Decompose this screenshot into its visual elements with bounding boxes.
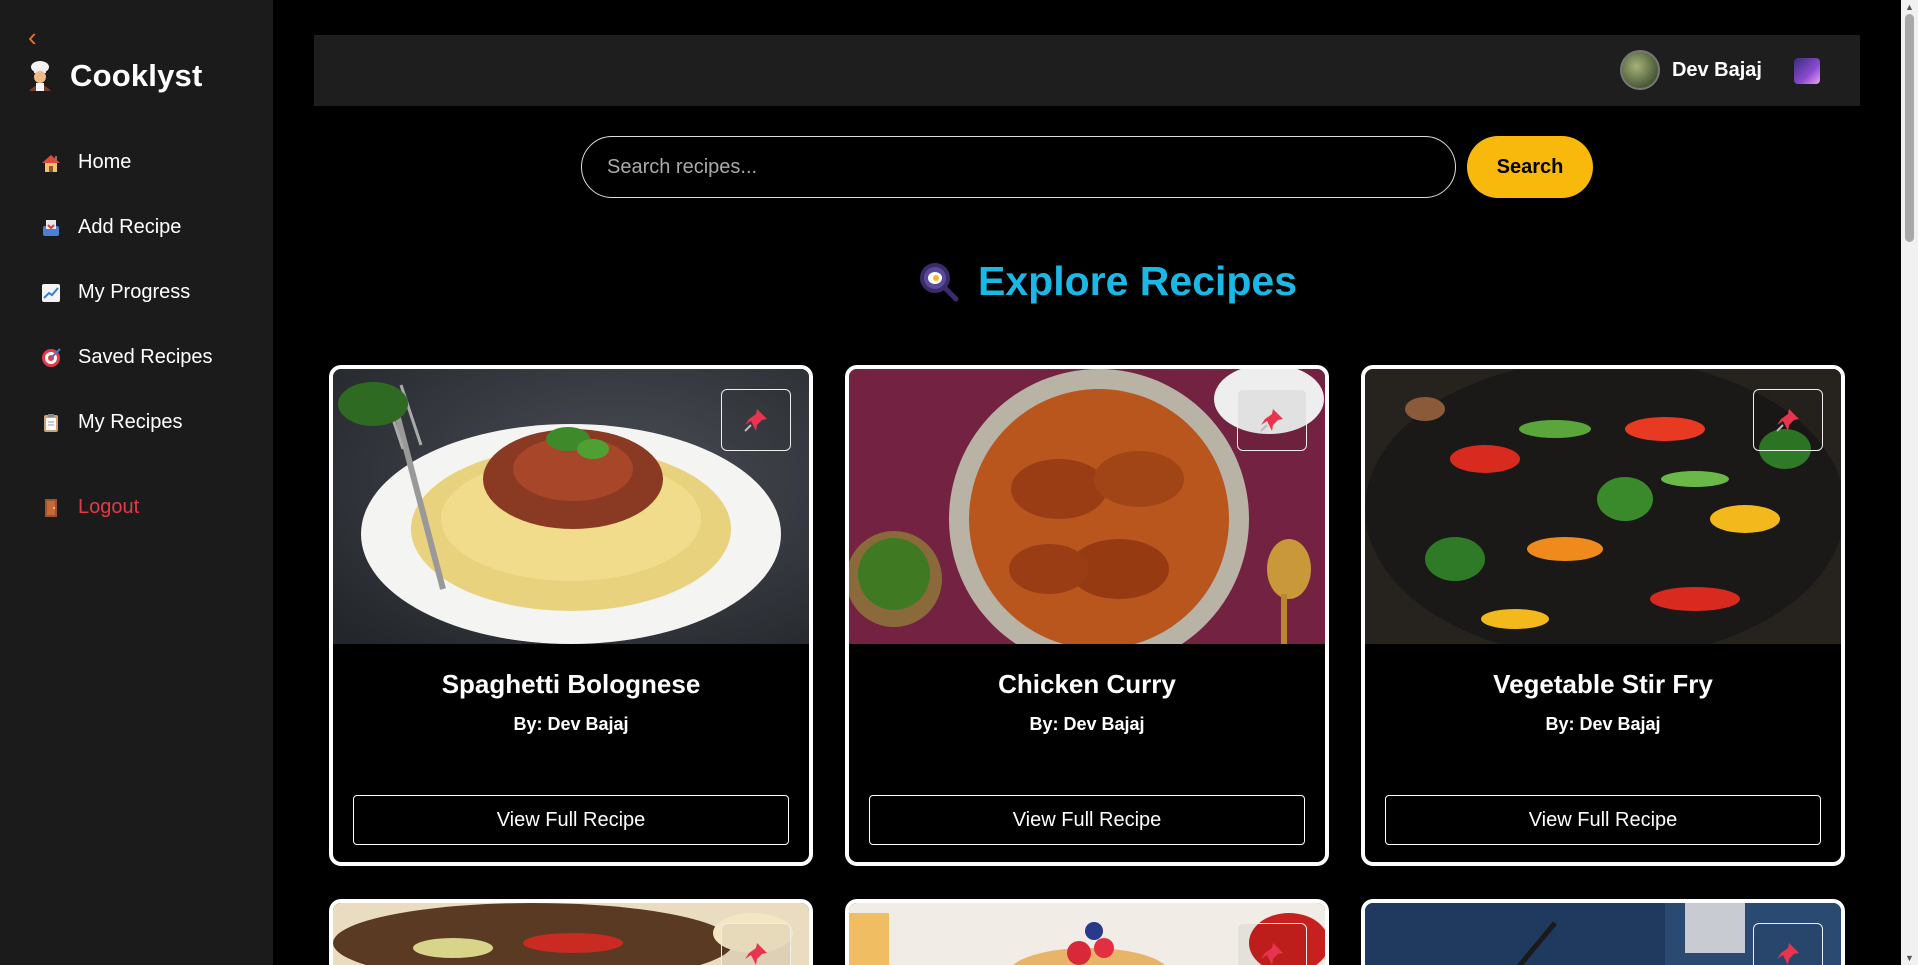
- view-full-recipe-button[interactable]: View Full Recipe: [1385, 795, 1821, 845]
- recipe-title: Chicken Curry: [998, 669, 1176, 699]
- frying-pan-icon: [920, 262, 959, 301]
- house-icon: [42, 154, 60, 172]
- sidebar-item-my-progress[interactable]: My Progress: [40, 260, 260, 325]
- pin-button[interactable]: [1753, 389, 1823, 451]
- chef-icon: [29, 61, 51, 91]
- pushpin-icon: [1260, 409, 1283, 432]
- recipe-card: Spaghetti Bolognese By: Dev Bajaj View F…: [329, 365, 813, 866]
- clipboard-icon: [44, 413, 58, 432]
- logout-button[interactable]: Logout: [40, 475, 260, 540]
- user-profile[interactable]: Dev Bajaj: [1619, 50, 1762, 90]
- recipe-author: By: Dev Bajaj: [1029, 714, 1145, 734]
- sidebar-item-label: My Progress: [78, 281, 191, 303]
- pushpin-icon: [1776, 409, 1799, 432]
- recipe-image: [333, 903, 809, 965]
- recipe-author: By: Dev Bajaj: [513, 714, 629, 734]
- recipe-image: [333, 369, 809, 644]
- target-icon: [42, 347, 61, 367]
- pin-button[interactable]: [1237, 923, 1307, 965]
- recipe-image: [1365, 369, 1841, 644]
- door-icon: [45, 498, 57, 517]
- search-button[interactable]: Search: [1467, 136, 1593, 198]
- pushpin-icon: [745, 943, 767, 965]
- recipe-card: Vegetable Stir Fry By: Dev Bajaj View Fu…: [1361, 365, 1845, 866]
- view-full-recipe-button[interactable]: View Full Recipe: [353, 795, 789, 845]
- recipe-author: By: Dev Bajaj: [1545, 714, 1661, 734]
- recipe-card: [329, 899, 813, 965]
- recipe-card: Chicken Curry By: Dev Bajaj View Full Re…: [845, 365, 1329, 866]
- pin-button[interactable]: [721, 923, 791, 965]
- sidebar-item-add-recipe[interactable]: Add Recipe: [40, 195, 260, 260]
- sidebar: ‹ Cooklyst Home Add Recipe My Progress S…: [0, 0, 273, 965]
- pin-button[interactable]: [721, 389, 791, 451]
- recipe-image: [849, 369, 1325, 644]
- pushpin-icon: [1777, 943, 1799, 965]
- search-input[interactable]: [581, 136, 1456, 198]
- sidebar-item-label: Add Recipe: [78, 216, 182, 238]
- logout-label: Logout: [78, 496, 140, 518]
- section-heading: Explore Recipes: [918, 258, 1297, 305]
- inbox-tray-icon: [43, 219, 59, 236]
- recipe-image: [849, 903, 1325, 965]
- recipe-title: Vegetable Stir Fry: [1493, 669, 1713, 699]
- scroll-thumb[interactable]: [1905, 14, 1914, 242]
- scroll-down-arrow-icon[interactable]: ▼: [1901, 951, 1918, 965]
- section-title: Explore Recipes: [978, 258, 1298, 304]
- page-scrollbar[interactable]: ▲ ▼: [1901, 0, 1918, 965]
- brand: Cooklyst: [26, 58, 203, 94]
- recipe-image: [1365, 903, 1841, 965]
- sidebar-item-home[interactable]: Home: [40, 130, 260, 195]
- scroll-up-arrow-icon[interactable]: ▲: [1901, 0, 1918, 14]
- sidebar-item-label: Saved Recipes: [78, 346, 213, 368]
- recipe-title: Spaghetti Bolognese: [441, 669, 701, 699]
- recipe-card: [1361, 899, 1845, 965]
- recipe-card: [845, 899, 1329, 965]
- brand-name: Cooklyst: [70, 58, 203, 93]
- night-sky-icon[interactable]: [1794, 58, 1820, 84]
- user-name: Dev Bajaj: [1671, 58, 1762, 81]
- view-full-recipe-button[interactable]: View Full Recipe: [869, 795, 1305, 845]
- chevron-left-icon[interactable]: ‹: [28, 24, 37, 50]
- sidebar-nav: Home Add Recipe My Progress Saved Recipe…: [40, 130, 260, 540]
- sidebar-item-my-recipes[interactable]: My Recipes: [40, 390, 260, 455]
- sidebar-item-label: My Recipes: [78, 411, 183, 433]
- sidebar-item-saved-recipes[interactable]: Saved Recipes: [40, 325, 260, 390]
- avatar: [1619, 50, 1660, 90]
- top-bar: Dev Bajaj: [314, 35, 1860, 106]
- pin-button[interactable]: [1753, 923, 1823, 965]
- pin-button[interactable]: [1237, 389, 1307, 451]
- sidebar-item-label: Home: [78, 151, 132, 173]
- pushpin-icon: [744, 409, 767, 432]
- pushpin-icon: [1261, 943, 1283, 965]
- chart-increasing-icon: [42, 283, 60, 302]
